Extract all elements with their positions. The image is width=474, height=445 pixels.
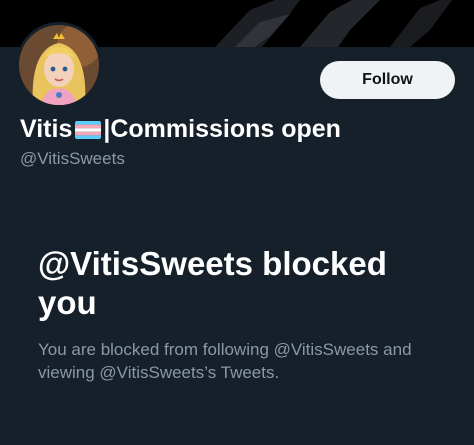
follow-button[interactable]: Follow [320,61,455,99]
blocked-description: You are blocked from following @VitisSwe… [38,340,412,382]
display-name-prefix: Vitis [20,115,73,143]
profile-display-name: Vitis |Commissions open [20,115,341,144]
profile-avatar[interactable] [16,22,102,108]
display-name-suffix: |Commissions open [103,115,341,143]
blocked-title: @VitisSweets blocked you [38,245,387,321]
trans-pride-flag-icon [75,120,102,139]
profile-handle: @VitisSweets [20,149,125,168]
